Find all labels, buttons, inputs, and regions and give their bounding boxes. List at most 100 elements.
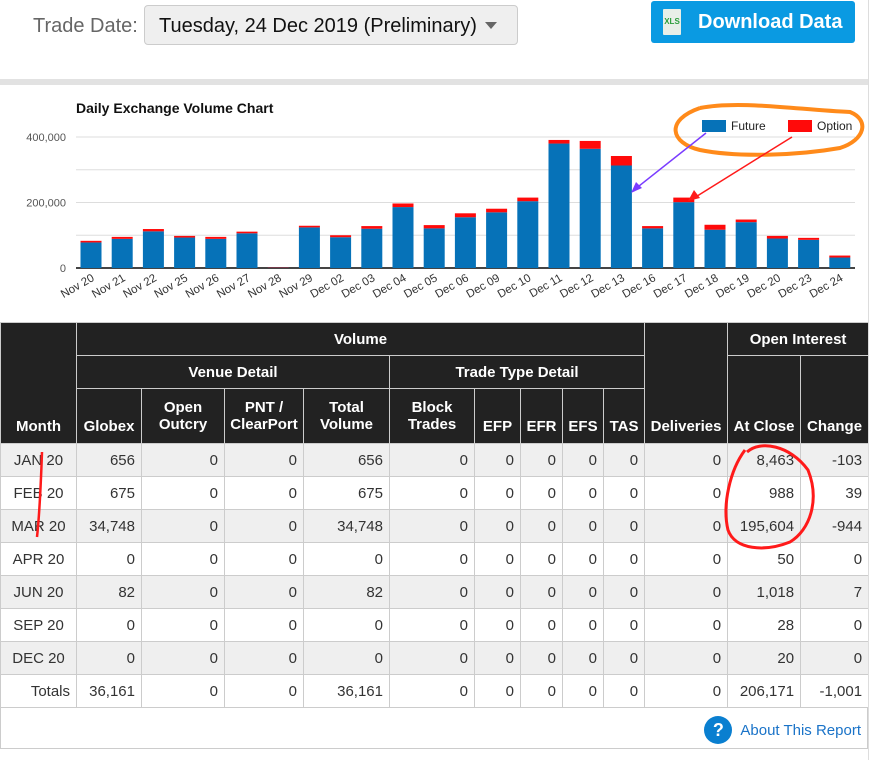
cell-efp: 0 [474, 608, 521, 642]
about-report-label: About This Report [740, 721, 861, 739]
bar-future[interactable] [330, 237, 352, 268]
bar-option[interactable] [80, 240, 102, 243]
bar-future[interactable] [236, 233, 258, 268]
bar-option[interactable] [392, 203, 414, 208]
bar-future[interactable] [704, 229, 726, 268]
cell-efp: 0 [474, 641, 521, 675]
bar-future[interactable] [517, 201, 539, 268]
bar-option[interactable] [111, 236, 133, 239]
legend-label-future: Future [731, 119, 766, 133]
col-block-trades: Block Trades [389, 388, 475, 444]
bar-future[interactable] [111, 238, 133, 268]
col-efs: EFS [562, 388, 604, 444]
cell-open-outcry: 0 [141, 509, 225, 543]
cell-month: JUN 20 [0, 575, 77, 609]
cell-at-close: 1,018 [727, 575, 802, 609]
cell-efr: 0 [520, 509, 563, 543]
cell-tas: 0 [602, 542, 646, 576]
x-tick-label: Nov 27 [215, 272, 253, 301]
bar-option[interactable] [486, 208, 508, 213]
bar-future[interactable] [735, 222, 757, 268]
bar-future[interactable] [610, 165, 632, 268]
bar-future[interactable] [548, 143, 570, 268]
bar-future[interactable] [423, 228, 445, 268]
bar-option[interactable] [548, 139, 570, 144]
x-tick-label: Dec 10 [496, 272, 534, 301]
bar-future[interactable] [298, 227, 320, 268]
x-tick-label: Nov 25 [153, 272, 191, 301]
total-at-close: 206,171 [727, 674, 802, 708]
bar-option[interactable] [610, 155, 632, 166]
bar-option[interactable] [766, 235, 788, 239]
bar-future[interactable] [579, 148, 601, 268]
bar-option[interactable] [174, 235, 196, 238]
bar-option[interactable] [236, 231, 258, 234]
trade-date-dropdown[interactable]: Tuesday, 24 Dec 2019 (Preliminary) [144, 5, 518, 45]
legend-label-option: Option [817, 119, 852, 133]
table-footer: ? About This Report [0, 708, 868, 749]
download-data-button[interactable]: XLS Download Data [651, 1, 855, 43]
scrollbar-track[interactable] [868, 0, 874, 760]
cell-month: JAN 20 [0, 443, 77, 477]
cell-at-close: 988 [727, 476, 802, 510]
cell-block-trades: 0 [389, 641, 475, 675]
bar-option[interactable] [517, 197, 539, 202]
cell-efs: 0 [562, 641, 604, 675]
bar-option[interactable] [735, 219, 757, 223]
bar-future[interactable] [361, 228, 383, 268]
cell-efp: 0 [474, 509, 521, 543]
cell-efr: 0 [520, 641, 563, 675]
col-open-outcry: Open Outcry [141, 388, 225, 444]
bar-future[interactable] [205, 238, 227, 268]
bar-option[interactable] [798, 237, 820, 240]
col-volume: Volume [75, 322, 646, 356]
col-trade-type-detail: Trade Type Detail [388, 355, 646, 389]
bar-option[interactable] [673, 197, 695, 203]
bar-future[interactable] [486, 212, 508, 268]
bar-option[interactable] [829, 255, 851, 258]
bar-future[interactable] [142, 231, 164, 268]
toolbar: Trade Date: Tuesday, 24 Dec 2019 (Prelim… [0, 0, 874, 80]
bar-option[interactable] [205, 236, 227, 239]
bar-future[interactable] [673, 202, 695, 268]
cell-change: -103 [800, 443, 870, 477]
bar-option[interactable] [579, 140, 601, 149]
about-report-link[interactable]: ? About This Report [704, 716, 861, 744]
bar-option[interactable] [330, 235, 352, 238]
bar-option[interactable] [298, 225, 320, 228]
bar-option[interactable] [142, 229, 164, 232]
bar-future[interactable] [798, 239, 820, 268]
cell-efs: 0 [562, 575, 604, 609]
cell-month: APR 20 [0, 542, 77, 576]
bar-option[interactable] [423, 225, 445, 229]
cell-efr: 0 [520, 608, 563, 642]
cell-globex: 0 [76, 542, 142, 576]
total-efp: 0 [474, 674, 521, 708]
cell-at-close: 8,463 [727, 443, 802, 477]
cell-block-trades: 0 [389, 542, 475, 576]
bar-future[interactable] [174, 237, 196, 268]
x-tick-label: Dec 16 [621, 272, 659, 301]
cell-tas: 0 [602, 476, 646, 510]
xls-file-icon: XLS [663, 9, 681, 35]
bar-option[interactable] [642, 226, 664, 229]
cell-efs: 0 [562, 608, 604, 642]
cell-deliveries: 0 [644, 476, 729, 510]
bar-future[interactable] [454, 217, 476, 268]
col-efp: EFP [474, 388, 521, 444]
bar-option[interactable] [361, 226, 383, 229]
bar-future[interactable] [766, 238, 788, 268]
help-icon: ? [704, 716, 733, 744]
cell-pnt-clearport: 0 [224, 443, 304, 477]
cell-change: 39 [800, 476, 870, 510]
bar-future[interactable] [642, 228, 664, 268]
bar-future[interactable] [829, 257, 851, 268]
bar-option[interactable] [704, 224, 726, 230]
bar-future[interactable] [80, 242, 102, 268]
table-row: MAR 20 34,748 0 0 34,748 0 0 0 0 0 0 195,604 -944 [0, 509, 870, 543]
x-tick-label: Dec 18 [683, 272, 721, 301]
bar-future[interactable] [392, 207, 414, 268]
cell-total-volume: 0 [303, 542, 390, 576]
bar-option[interactable] [454, 213, 476, 218]
cell-month: FEB 20 [0, 476, 77, 510]
